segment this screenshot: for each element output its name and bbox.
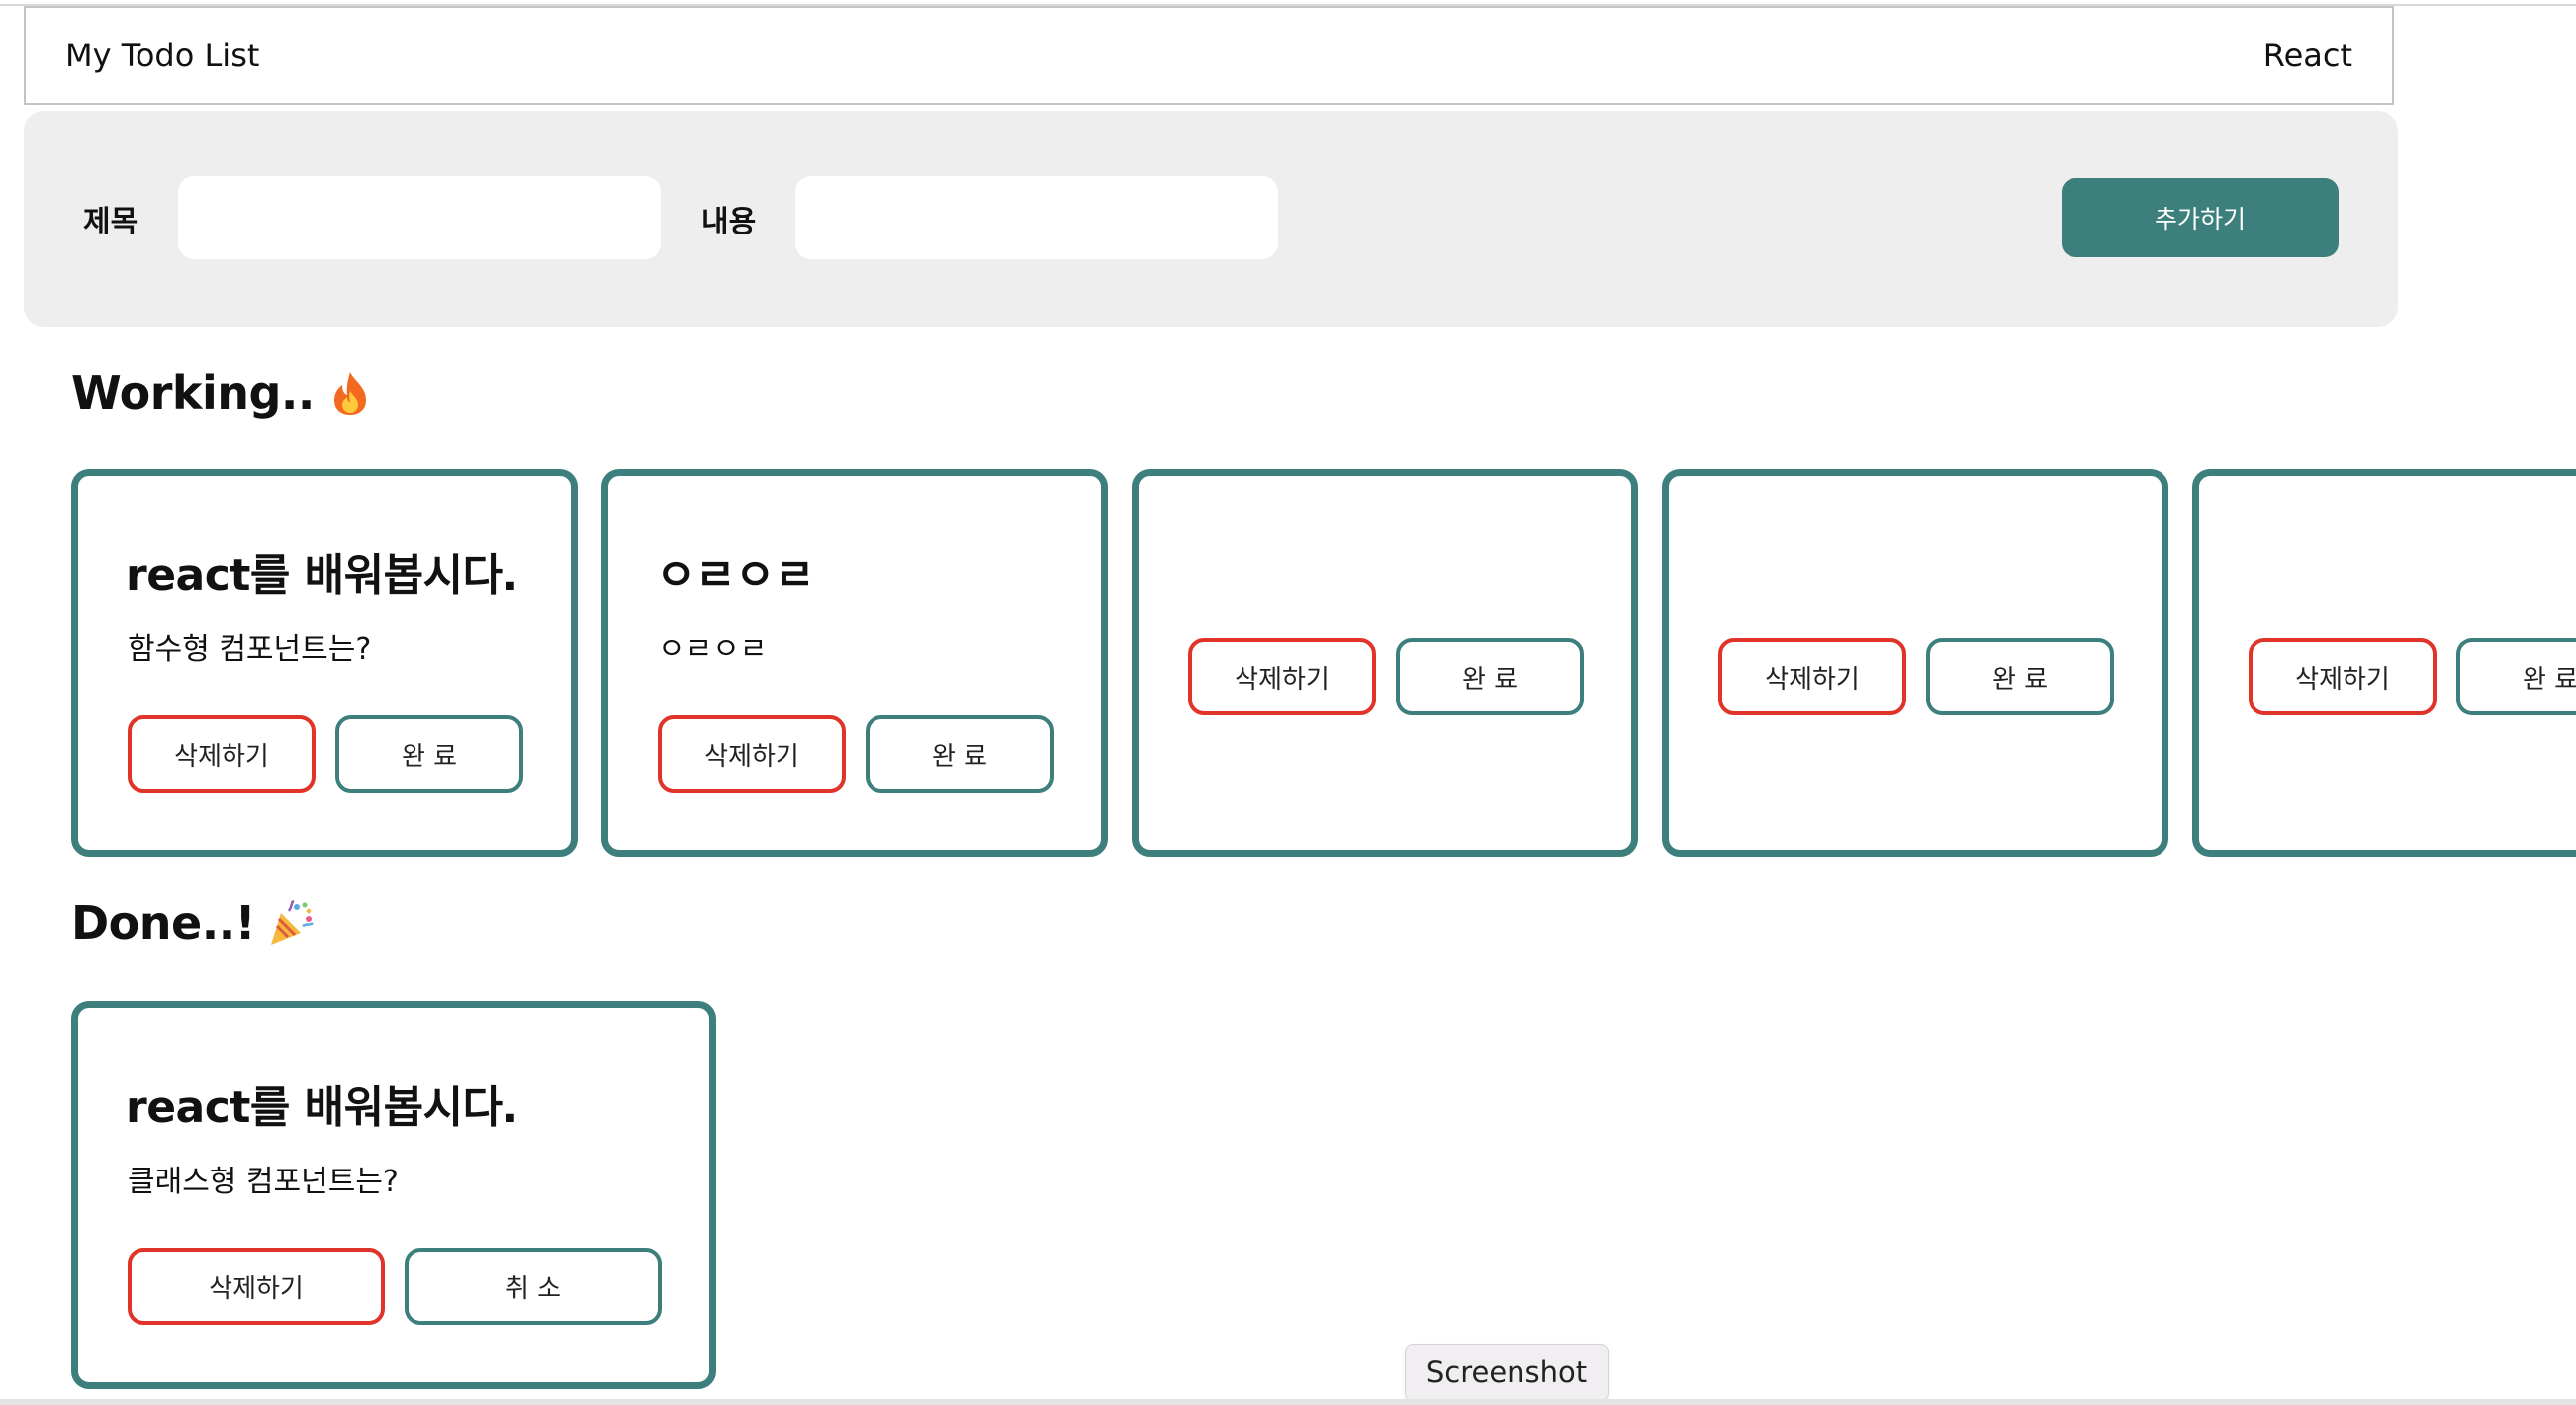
party-popper-icon <box>271 899 315 945</box>
delete-button[interactable]: 삭제하기 <box>128 715 316 793</box>
add-button[interactable]: 추가하기 <box>2062 178 2339 257</box>
card-title: ㅇㄹㅇㄹ <box>656 550 814 601</box>
done-heading: Done..! <box>71 896 315 950</box>
card-body: ㅇㄹㅇㄹ <box>658 632 768 667</box>
done-card: react를 배워봅시다. 클래스형 컴포넌트는? 삭제하기 취 소 <box>71 1001 716 1389</box>
working-heading-text: Working.. <box>71 366 315 420</box>
working-card: 삭제하기 완 료 <box>2192 469 2576 857</box>
complete-button[interactable]: 완 료 <box>1396 638 1584 715</box>
complete-button[interactable]: 완 료 <box>1926 638 2114 715</box>
cancel-button[interactable]: 취 소 <box>405 1248 662 1325</box>
done-heading-text: Done..! <box>71 896 256 950</box>
complete-button[interactable]: 완 료 <box>335 715 523 793</box>
screenshot-tooltip: Screenshot <box>1405 1344 1609 1401</box>
delete-button[interactable]: 삭제하기 <box>2249 638 2437 715</box>
bottom-edge <box>0 1399 2576 1405</box>
working-heading: Working.. <box>71 366 374 420</box>
card-body: 클래스형 컴포넌트는? <box>128 1165 399 1199</box>
fire-icon <box>333 372 366 415</box>
delete-button[interactable]: 삭제하기 <box>1718 638 1906 715</box>
working-card: react를 배워봅시다. 함수형 컴포넌트는? 삭제하기 완 료 <box>71 469 578 857</box>
content-label: 내용 <box>701 205 757 239</box>
header-right-label: React <box>2262 37 2352 74</box>
app-title: My Todo List <box>65 37 260 74</box>
working-card: ㅇㄹㅇㄹ ㅇㄹㅇㄹ 삭제하기 완 료 <box>601 469 1108 857</box>
content-input[interactable] <box>795 176 1278 259</box>
complete-button[interactable]: 완 료 <box>2456 638 2576 715</box>
working-card: 삭제하기 완 료 <box>1132 469 1638 857</box>
title-label: 제목 <box>83 205 138 239</box>
complete-button[interactable]: 완 료 <box>866 715 1054 793</box>
card-body: 함수형 컴포넌트는? <box>128 632 372 667</box>
app-header: My Todo List React <box>24 6 2394 105</box>
delete-button[interactable]: 삭제하기 <box>128 1248 385 1325</box>
delete-button[interactable]: 삭제하기 <box>1188 638 1376 715</box>
card-title: react를 배워봅시다. <box>126 550 518 601</box>
title-input[interactable] <box>178 176 661 259</box>
working-card: 삭제하기 완 료 <box>1662 469 2168 857</box>
card-title: react를 배워봅시다. <box>126 1082 518 1133</box>
add-todo-form: 제목 내용 추가하기 <box>24 111 2398 327</box>
delete-button[interactable]: 삭제하기 <box>658 715 846 793</box>
